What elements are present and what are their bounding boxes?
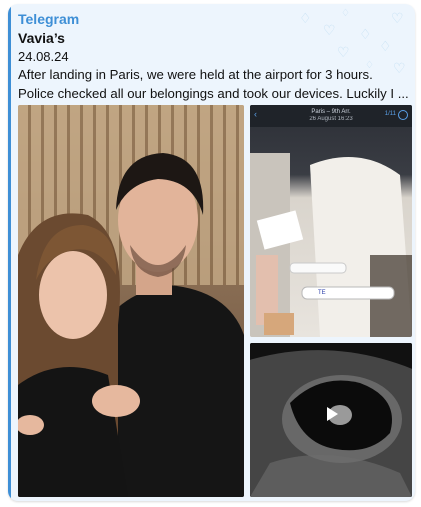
channel-name[interactable]: Telegram — [18, 11, 79, 27]
people-illustration — [18, 153, 244, 497]
ultrasound-video[interactable] — [250, 343, 412, 497]
selfie-photo[interactable] — [18, 105, 244, 497]
post-date: 24.08.24 — [18, 49, 69, 64]
media-album: ‹ Paris – 9th Arr. 26 August 16:23 1/11 … — [18, 105, 412, 497]
play-icon[interactable] — [320, 403, 342, 425]
author-name: Vavia’s — [18, 30, 65, 46]
test-window-text: TE — [316, 290, 328, 296]
screenshot-photo[interactable]: ‹ Paris – 9th Arr. 26 August 16:23 1/11 … — [250, 105, 412, 337]
test-illustration — [250, 153, 412, 337]
message-bubble: ♡ ♢ ♢ ♡ ♢ ♢ ♡ ♡ ♢ Telegram Vavia’s 24.08… — [8, 4, 415, 501]
forward-accent-bar — [8, 4, 11, 501]
message-text-line-2: Police checked all our belongings and to… — [18, 86, 409, 101]
message-text-line-1: After landing in Paris, we were held at … — [18, 67, 373, 82]
